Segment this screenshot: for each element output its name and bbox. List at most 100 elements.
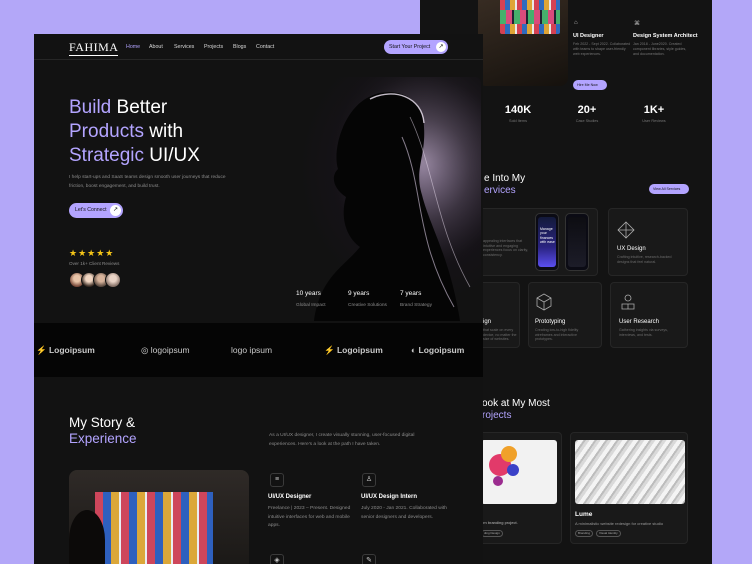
projects-title: ook at My Most rojects	[482, 398, 550, 422]
timeline-desc: Freelance | 2023 – Present. Designed int…	[268, 506, 351, 529]
client-logo: ⚡ Logoipsum	[324, 345, 383, 355]
stat-label: Case Studies	[575, 119, 599, 123]
stat-label: Sold Items	[509, 119, 527, 123]
stat-value: 1K+	[643, 104, 665, 116]
stat-label: Brand Strategy	[400, 303, 432, 308]
client-logo-text: Logoipsum	[48, 345, 95, 355]
client-logo: logo ipsum	[231, 345, 272, 355]
user-research-icon	[621, 294, 635, 310]
stat: 140K Sold Items	[488, 104, 548, 123]
phone-screen	[568, 217, 586, 267]
timeline-role: UI/UX Design Intern	[361, 494, 418, 500]
projects-title-line1: ook at My Most	[482, 398, 550, 409]
user-icon: ♙	[362, 473, 376, 487]
story-title: My Story & Experience	[69, 415, 137, 447]
rating-stars-icon: ★★★★★	[69, 248, 115, 258]
view-services-label: View All Services	[653, 187, 681, 191]
lets-connect-label: Let's Connect	[75, 207, 107, 213]
service-title: Prototyping	[535, 319, 566, 325]
hero-title-part: Products	[69, 121, 144, 142]
client-logo: ◐ Logoipsum	[411, 345, 465, 355]
nav-contact[interactable]: Contact	[256, 44, 274, 50]
service-desc: Gathering insights via surveys, intervie…	[619, 328, 668, 337]
nav-projects[interactable]: Projects	[204, 44, 223, 50]
client-logo-text: Logoipsum	[418, 345, 465, 355]
person-silhouette	[69, 510, 105, 564]
project-tag: Branding	[575, 530, 594, 537]
navbar: FAHIMA Home About Services Projects Blog…	[34, 34, 483, 60]
lets-connect-button[interactable]: Let's Connect ↗	[69, 203, 123, 218]
arrow-icon: ↗	[436, 42, 446, 52]
service-card-research[interactable]: User Research Gathering insights via sur…	[610, 282, 688, 348]
paint-splash	[493, 476, 503, 486]
hero-title-part: UI/UX	[143, 145, 200, 166]
hero-title-part: Build	[69, 97, 112, 118]
home-icon: ⌂	[574, 20, 578, 26]
stat: 1K+ User Reviews	[624, 104, 684, 123]
client-logo-text: logo ipsum	[231, 345, 273, 355]
service-card-ux[interactable]: UX Design Crafting intuitive, research-b…	[608, 208, 688, 276]
nav-about[interactable]: About	[149, 44, 163, 50]
project-desc: orn branding project.	[481, 520, 518, 525]
project-card-lume[interactable]: Lume A minimalistic website redesign for…	[570, 432, 688, 544]
service-desc: Creating low-to-high fidelity wireframes…	[535, 328, 579, 342]
hire-me-button[interactable]: Hire Me Now	[573, 80, 607, 90]
service-desc: appealing interfaces that intuitive and …	[483, 239, 529, 257]
avatar	[105, 272, 121, 288]
service-desc: Crafting intuitive, research-backed desi…	[617, 255, 672, 264]
stat-value: 9 years	[348, 290, 370, 297]
command-icon: ⌘	[634, 21, 640, 27]
service-card-app[interactable]: appealing interfaces that intuitive and …	[470, 208, 598, 276]
stat-label: User Reviews	[642, 119, 666, 123]
stat-value: 20+	[577, 104, 597, 116]
phone-mockup	[565, 213, 589, 271]
stat-label: Global Impact	[296, 303, 326, 308]
role-desc: Feb 2022 - Sept 2022. Collaborated with …	[573, 42, 631, 56]
workspace-photo	[478, 0, 568, 86]
story-body: As a UI/UX designer, I create visually s…	[269, 433, 415, 447]
paint-splash	[507, 464, 519, 476]
workspace-photo	[69, 470, 249, 564]
logo[interactable]: FAHIMA	[69, 40, 119, 56]
timeline-role: UI/UX Designer	[268, 494, 312, 500]
service-title: UX Design	[617, 246, 646, 252]
silhouette-illustration	[274, 77, 481, 321]
phone-mockup: Manage your finances with ease	[535, 213, 559, 271]
client-logo-text: Logoipsum	[336, 345, 383, 355]
badge-icon: ◈	[270, 554, 284, 564]
role-title: UI Designer	[573, 33, 604, 39]
nav-blogs[interactable]: Blogs	[233, 44, 246, 50]
phone-text: Manage your finances with ease	[540, 227, 555, 245]
phone-screen: Manage your finances with ease	[538, 217, 556, 267]
project-thumbnail	[575, 440, 685, 504]
services-title: e Into My ervices	[484, 173, 525, 197]
client-logo-text: logoipsum	[150, 345, 190, 355]
start-project-button[interactable]: Start Your Project ↗	[384, 40, 448, 54]
story-title-line1: My Story &	[69, 415, 136, 430]
hero-subtitle: I help start-ups and SaaS teams design s…	[69, 175, 226, 189]
hero-title-part: Better	[111, 97, 168, 118]
client-logo-strip: ⚡ Logoipsum ◎ logoipsum logo ipsum ⚡ Log…	[34, 323, 483, 377]
service-desc: that scale on every device, no matter th…	[483, 328, 517, 342]
reviews-label: Over 1k+ Client Reviews	[69, 261, 120, 266]
project-tag: Visual Identity	[596, 530, 621, 537]
view-all-services-button[interactable]: View All Services	[649, 184, 689, 194]
client-logo: ⚡ Logoipsum	[36, 345, 95, 355]
role-title: Design System Architect	[633, 33, 698, 39]
start-project-label: Start Your Project	[389, 44, 431, 50]
service-card-prototyping[interactable]: Prototyping Creating low-to-high fidelit…	[528, 282, 602, 348]
role-desc: Jan 2018 - June2020. Created component l…	[633, 42, 687, 56]
paint-splash	[501, 446, 517, 462]
tools-icon: ✎	[362, 554, 376, 564]
stat-value: 10 years	[296, 290, 321, 297]
cube-icon	[536, 293, 552, 311]
diamond-icon	[617, 221, 635, 239]
main-page: FAHIMA Home About Services Projects Blog…	[34, 34, 483, 564]
stat-value: 7 years	[400, 290, 422, 297]
arrow-icon: ↗	[110, 205, 121, 216]
monitor-screen-row	[500, 10, 560, 24]
nav-services[interactable]: Services	[174, 44, 194, 50]
nav-home[interactable]: Home	[126, 44, 140, 50]
hero-title-part: with	[143, 121, 184, 142]
service-title: ign	[483, 319, 492, 325]
